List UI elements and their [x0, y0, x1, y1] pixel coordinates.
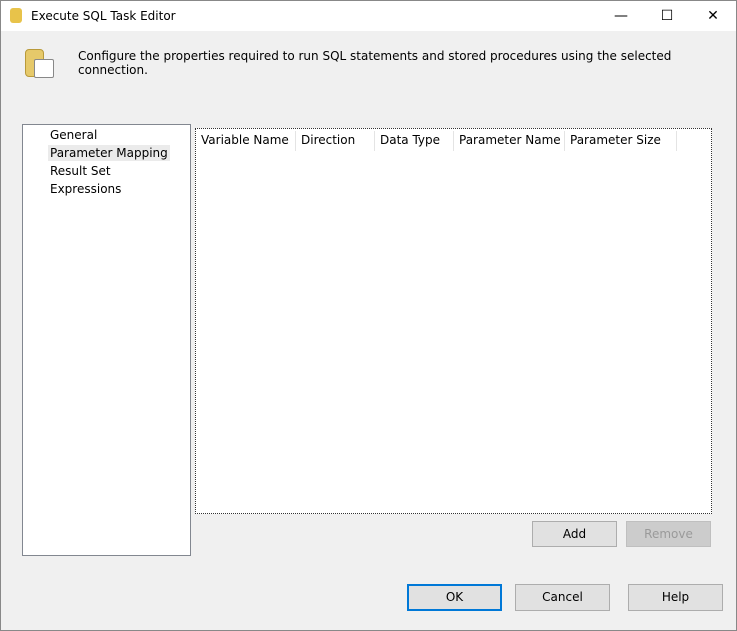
add-button[interactable]: Add [532, 521, 617, 547]
window-title: Execute SQL Task Editor [31, 9, 176, 23]
cancel-button[interactable]: Cancel [515, 584, 610, 611]
title-bar: Execute SQL Task Editor — ☐ ✕ [1, 1, 736, 31]
remove-button[interactable]: Remove [626, 521, 711, 547]
parameter-grid[interactable]: Variable Name Direction Data Type Parame… [195, 128, 712, 514]
ok-button[interactable]: OK [407, 584, 502, 611]
script-icon [34, 59, 54, 78]
close-button[interactable]: ✕ [690, 1, 736, 31]
description-text: Configure the properties required to run… [78, 49, 672, 77]
page-nav-list: General Parameter Mapping Result Set Exp… [22, 124, 191, 556]
column-header-data-type[interactable]: Data Type [375, 131, 454, 151]
column-header-direction[interactable]: Direction [296, 131, 375, 151]
column-header-parameter-name[interactable]: Parameter Name [454, 131, 565, 151]
column-header-parameter-size[interactable]: Parameter Size [565, 131, 677, 151]
nav-item-result-set[interactable]: Result Set [48, 163, 113, 179]
nav-item-parameter-mapping[interactable]: Parameter Mapping [48, 145, 170, 161]
column-header-variable-name[interactable]: Variable Name [196, 131, 296, 151]
help-button[interactable]: Help [628, 584, 723, 611]
maximize-button[interactable]: ☐ [644, 1, 690, 31]
minimize-button[interactable]: — [598, 1, 644, 31]
nav-item-expressions[interactable]: Expressions [48, 181, 123, 197]
nav-item-general[interactable]: General [48, 127, 99, 143]
sql-task-icon [10, 8, 22, 23]
dialog-window: Execute SQL Task Editor — ☐ ✕ Configure … [0, 0, 737, 631]
